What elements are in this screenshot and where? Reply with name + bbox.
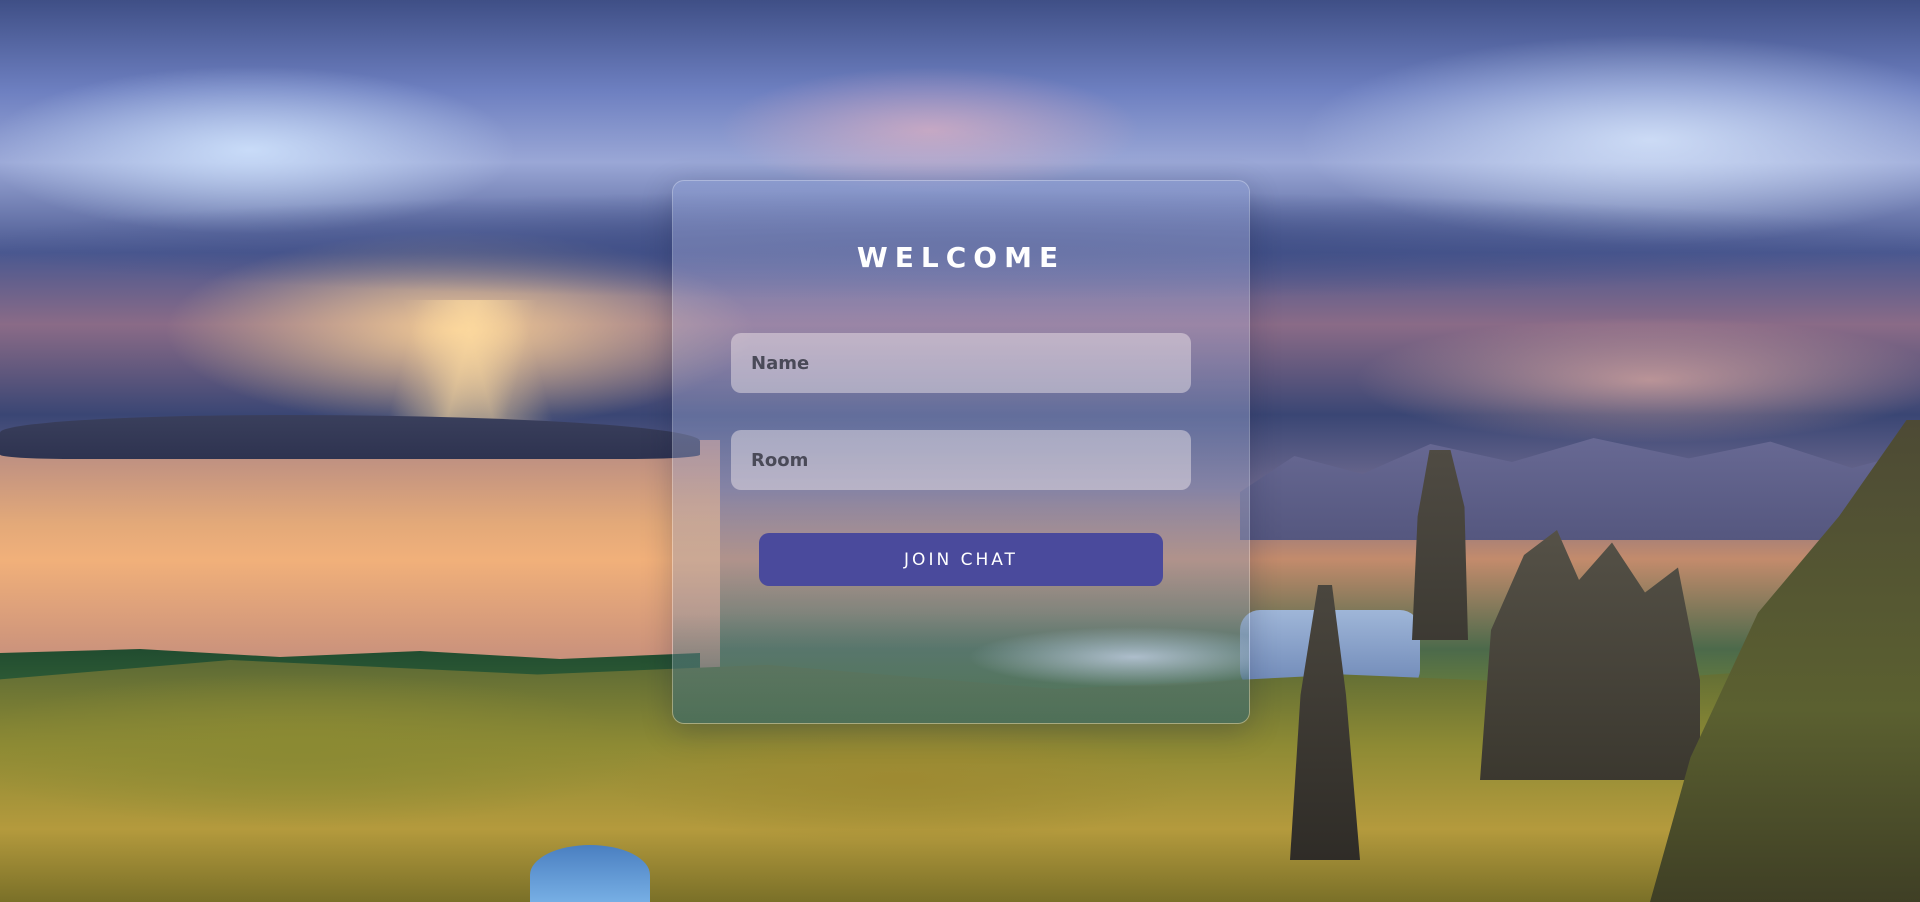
welcome-title: WELCOME (856, 241, 1066, 274)
loch-water (0, 440, 720, 680)
join-chat-button[interactable]: JOIN CHAT (759, 533, 1163, 586)
name-input[interactable] (731, 333, 1191, 393)
join-chat-form: WELCOME JOIN CHAT (672, 180, 1250, 724)
room-input[interactable] (731, 430, 1191, 490)
card-blur-reflection (673, 613, 1249, 723)
pond (530, 845, 650, 902)
